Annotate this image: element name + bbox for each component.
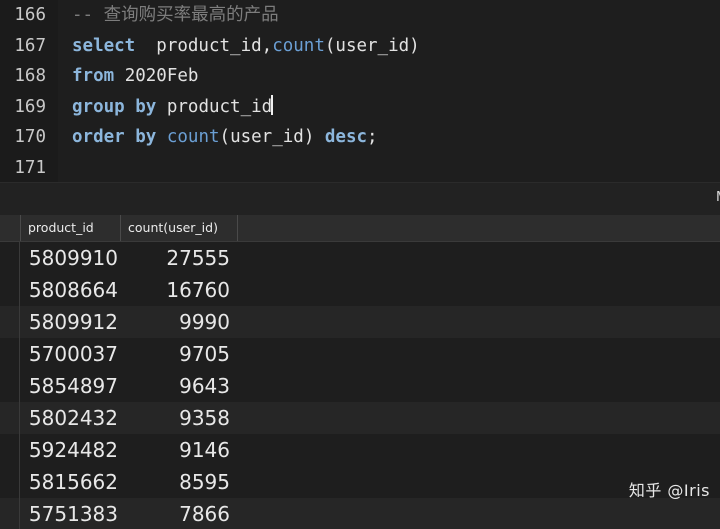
editor-code-area[interactable]: 166 -- 查询购买率最高的产品 167 select product_id,cou… xyxy=(0,0,720,182)
editor-line[interactable]: 171 xyxy=(0,153,720,183)
cell-count-user-id[interactable]: 9643 xyxy=(120,370,234,402)
cell-product-id[interactable]: 5924482 xyxy=(20,434,120,466)
row-number-cell[interactable] xyxy=(0,498,20,529)
code-token-plain: 2020Feb xyxy=(114,66,199,86)
line-code-text: order by count(user_id) desc; xyxy=(72,122,378,153)
code-token-fn: count xyxy=(272,35,325,56)
row-number-cell[interactable] xyxy=(0,274,20,306)
text-cursor-caret xyxy=(271,94,273,115)
code-token-kw: order by xyxy=(72,127,157,147)
code-token-plain: product_id xyxy=(156,96,273,117)
cell-count-user-id[interactable]: 9358 xyxy=(120,402,234,434)
editor-line[interactable]: 168 from 2020Feb xyxy=(0,61,720,92)
cell-count-user-id[interactable]: 27555 xyxy=(120,242,234,274)
sql-editor-pane[interactable]: 166 -- 查询购买率最高的产品 167 select product_id,cou… xyxy=(0,0,720,182)
cell-product-id[interactable]: 5815662 xyxy=(20,466,120,498)
cell-count-user-id[interactable]: 9990 xyxy=(120,306,234,338)
column-header-product-id[interactable]: product_id xyxy=(20,215,120,241)
column-header-spacer xyxy=(237,215,277,241)
cell-count-user-id[interactable]: 7866 xyxy=(120,498,234,529)
table-row[interactable]: 5751383 7866 xyxy=(0,498,720,529)
line-number: 167 xyxy=(14,35,46,56)
cell-product-id[interactable]: 5809910 xyxy=(20,242,120,274)
code-token-plain: product_id, xyxy=(135,35,273,56)
row-number-cell[interactable] xyxy=(0,434,20,466)
toolbar-clipped-label: M xyxy=(716,190,720,205)
code-token-fn: count xyxy=(166,127,220,147)
line-number: 168 xyxy=(14,66,46,86)
result-panel-toolbar[interactable]: M xyxy=(0,182,720,217)
cell-product-id[interactable]: 5854897 xyxy=(20,370,120,402)
code-token-plain: (user_id) xyxy=(324,35,420,56)
row-number-cell[interactable] xyxy=(0,370,20,402)
code-token-comment: -- 查询购买率最高的产品 xyxy=(72,5,279,25)
line-number: 170 xyxy=(14,127,46,147)
line-code-text: from 2020Feb xyxy=(72,61,198,92)
cell-count-user-id[interactable]: 9146 xyxy=(120,434,234,466)
line-code-text: group by product_id xyxy=(72,92,273,123)
line-number: 166 xyxy=(14,5,46,25)
editor-line[interactable]: 167 select product_id,count(user_id) xyxy=(0,31,720,62)
row-number-cell[interactable] xyxy=(0,402,20,434)
cell-count-user-id[interactable]: 9705 xyxy=(120,338,234,370)
cell-product-id[interactable]: 5809912 xyxy=(20,306,120,338)
cell-product-id[interactable]: 5700037 xyxy=(20,338,120,370)
editor-line[interactable]: 169 group by product_id xyxy=(0,92,720,123)
cell-product-id[interactable]: 5751383 xyxy=(20,498,120,529)
cell-product-id[interactable]: 5808664 xyxy=(20,274,120,306)
editor-line[interactable]: 170 order by count(user_id) desc; xyxy=(0,122,720,153)
line-code-text: -- 查询购买率最高的产品 xyxy=(72,0,279,31)
code-token-kw: desc xyxy=(324,127,368,147)
code-token-kw: select xyxy=(72,35,136,56)
column-header-count-user-id[interactable]: count(user_id) xyxy=(120,215,237,241)
table-row[interactable]: 5809912 9990 xyxy=(0,306,720,338)
cell-count-user-id[interactable]: 16760 xyxy=(120,274,234,306)
row-number-cell[interactable] xyxy=(0,242,20,274)
result-grid-header-row: product_id count(user_id) xyxy=(0,215,720,242)
row-number-cell[interactable] xyxy=(0,306,20,338)
editor-line[interactable]: 166 -- 查询购买率最高的产品 xyxy=(0,0,720,31)
cell-count-user-id[interactable]: 8595 xyxy=(120,466,234,498)
row-number-cell[interactable] xyxy=(0,466,20,498)
line-number: 171 xyxy=(14,157,46,178)
code-token-plain: ; xyxy=(367,127,378,147)
table-row[interactable]: 5809910 27555 xyxy=(0,242,720,274)
table-row[interactable]: 5924482 9146 xyxy=(0,434,720,466)
row-number-column-header[interactable] xyxy=(0,215,20,241)
line-code-text: select product_id,count(user_id) xyxy=(72,31,420,62)
code-token-kw: group by xyxy=(72,96,157,117)
code-token-plain: (user_id) xyxy=(219,127,325,147)
table-row[interactable]: 5700037 9705 xyxy=(0,338,720,370)
row-number-cell[interactable] xyxy=(0,338,20,370)
table-row[interactable]: 5854897 9643 xyxy=(0,370,720,402)
line-number: 169 xyxy=(14,96,46,117)
table-row[interactable]: 5802432 9358 xyxy=(0,402,720,434)
table-row[interactable]: 5808664 16760 xyxy=(0,274,720,306)
query-result-grid[interactable]: product_id count(user_id) 5809910 27555 58… xyxy=(0,215,720,529)
cell-product-id[interactable]: 5802432 xyxy=(20,402,120,434)
table-row[interactable]: 5815662 8595 xyxy=(0,466,720,498)
code-token-kw: from xyxy=(72,66,115,86)
result-grid-body[interactable]: 5809910 27555 5808664 16760 5809912 9990 57000… xyxy=(0,242,720,529)
